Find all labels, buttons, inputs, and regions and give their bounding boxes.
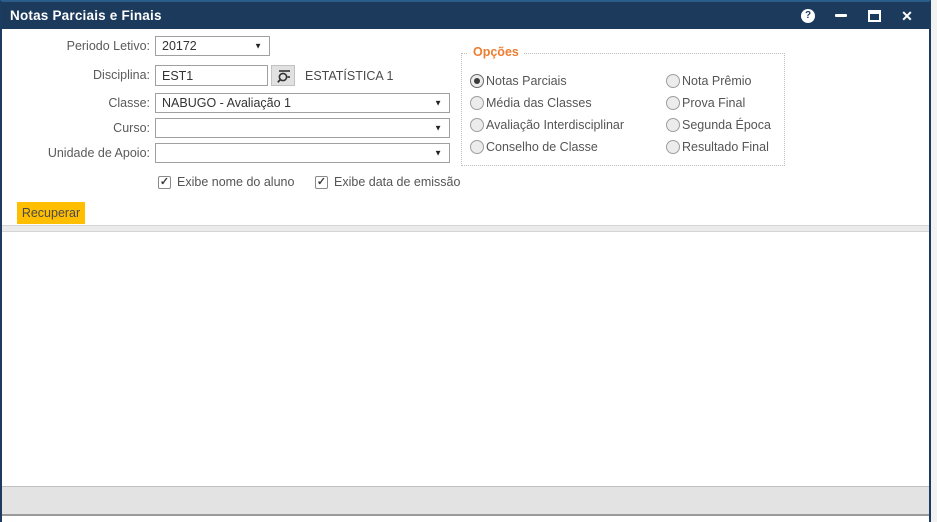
help-button[interactable]: ? (800, 7, 816, 25)
radio-icon (666, 74, 680, 88)
opcoes-groupbox: Opções Notas Parciais Média das Classes … (461, 53, 785, 166)
checkbox-label: Exibe data de emissão (334, 175, 460, 189)
radio-icon (666, 118, 680, 132)
radio-notas-parciais[interactable]: Notas Parciais (470, 74, 567, 88)
radio-label: Nota Prêmio (682, 74, 751, 88)
help-icon: ? (801, 9, 815, 23)
unidade-apoio-label: Unidade de Apoio: (2, 145, 150, 161)
disciplina-label: Disciplina: (2, 67, 150, 83)
radio-icon (470, 118, 484, 132)
classe-select[interactable]: NABUGO - Avaliação 1 ▼ (155, 93, 450, 113)
disciplina-description: ESTATÍSTICA 1 (305, 69, 393, 83)
window-title: Notas Parciais e Finais (10, 8, 162, 23)
radio-prova-final[interactable]: Prova Final (666, 96, 745, 110)
titlebar-controls: ? ✕ (800, 7, 915, 25)
radio-icon (470, 96, 484, 110)
radio-resultado-final[interactable]: Resultado Final (666, 140, 769, 154)
chevron-down-icon: ▼ (434, 99, 442, 108)
radio-media-das-classes[interactable]: Média das Classes (470, 96, 592, 110)
periodo-letivo-value: 20172 (162, 39, 197, 53)
titlebar: Notas Parciais e Finais ? ✕ (2, 2, 929, 29)
radio-nota-premio[interactable]: Nota Prêmio (666, 74, 751, 88)
dialog-window: Notas Parciais e Finais ? ✕ Periodo Leti… (0, 0, 931, 522)
recuperar-button[interactable]: Recuperar (17, 202, 85, 224)
disciplina-input[interactable]: EST1 (155, 65, 268, 86)
restore-window-icon (868, 10, 881, 22)
radio-label: Prova Final (682, 96, 745, 110)
unidade-apoio-select[interactable]: ▼ (155, 143, 450, 163)
checkbox-check-icon: ✓ (315, 176, 328, 189)
disciplina-lookup-button[interactable] (271, 65, 295, 86)
curso-label: Curso: (2, 120, 150, 136)
checkbox-check-icon: ✓ (158, 176, 171, 189)
radio-selected-icon (470, 74, 484, 88)
checkbox-label: Exibe nome do aluno (177, 175, 294, 189)
close-icon: ✕ (901, 9, 913, 23)
chevron-down-icon: ▼ (434, 149, 442, 158)
periodo-letivo-select[interactable]: 20172 ▼ (155, 36, 270, 56)
radio-label: Avaliação Interdisciplinar (486, 118, 624, 132)
maximize-button[interactable] (866, 7, 882, 25)
chevron-down-icon: ▼ (254, 42, 262, 51)
close-button[interactable]: ✕ (899, 7, 915, 25)
exibe-data-emissao-checkbox[interactable]: ✓ Exibe data de emissão (315, 175, 460, 189)
periodo-letivo-label: Periodo Letivo: (2, 38, 150, 54)
minimize-button[interactable] (833, 7, 849, 25)
radio-icon (470, 140, 484, 154)
exibe-nome-aluno-checkbox[interactable]: ✓ Exibe nome do aluno (158, 175, 294, 189)
curso-select[interactable]: ▼ (155, 118, 450, 138)
status-bar (2, 486, 929, 516)
chevron-down-icon: ▼ (434, 124, 442, 133)
radio-label: Segunda Época (682, 118, 771, 132)
radio-icon (666, 96, 680, 110)
classe-value: NABUGO - Avaliação 1 (162, 96, 291, 110)
radio-avaliacao-interdisciplinar[interactable]: Avaliação Interdisciplinar (470, 118, 624, 132)
radio-label: Notas Parciais (486, 74, 567, 88)
radio-label: Conselho de Classe (486, 140, 598, 154)
radio-icon (666, 140, 680, 154)
classe-label: Classe: (2, 95, 150, 111)
radio-segunda-epoca[interactable]: Segunda Época (666, 118, 771, 132)
lookup-magnifier-icon (275, 67, 292, 84)
radio-label: Resultado Final (682, 140, 769, 154)
opcoes-groupbox-title: Opções (468, 45, 524, 59)
disciplina-value: EST1 (162, 69, 193, 83)
radio-label: Média das Classes (486, 96, 592, 110)
section-divider (2, 225, 929, 232)
minimize-icon (835, 14, 847, 17)
radio-conselho-de-classe[interactable]: Conselho de Classe (470, 140, 598, 154)
dialog-content: Periodo Letivo: 20172 ▼ Disciplina: EST1… (2, 29, 929, 522)
